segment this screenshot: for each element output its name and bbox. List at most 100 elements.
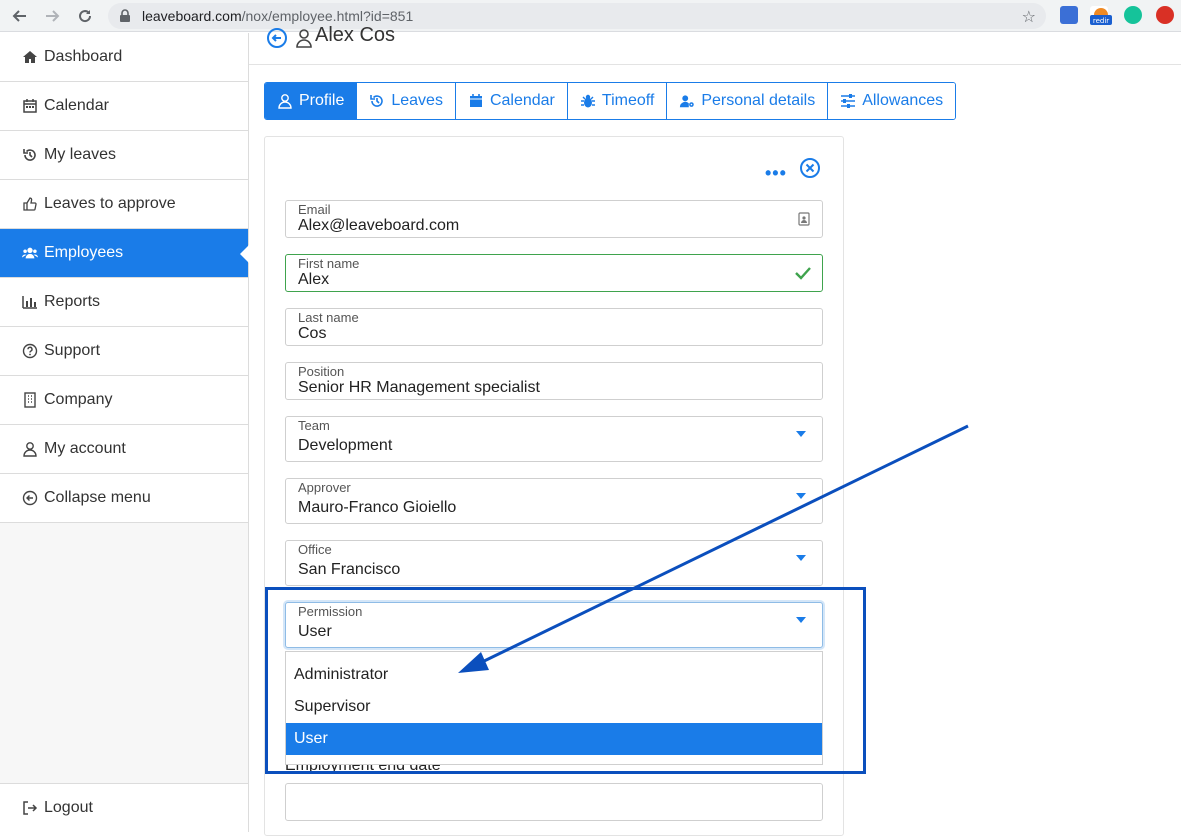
- position-value: Senior HR Management specialist: [298, 379, 540, 396]
- extension-stop-icon[interactable]: [1156, 6, 1174, 24]
- email-field[interactable]: Email Alex@leaveboard.com: [285, 200, 823, 238]
- users-icon: [22, 245, 38, 261]
- sidebar-item-support[interactable]: Support: [0, 327, 248, 376]
- back-arrow-icon[interactable]: [8, 4, 32, 28]
- user-icon: [296, 29, 312, 48]
- sidebar-item-label: Leaves to approve: [44, 195, 176, 212]
- close-circle-icon[interactable]: [799, 157, 821, 179]
- extension-grammarly-icon[interactable]: [1124, 6, 1142, 24]
- reload-icon[interactable]: [73, 4, 97, 28]
- tab-personal-details[interactable]: Personal details: [667, 83, 829, 119]
- building-icon: [22, 392, 38, 408]
- lock-icon: [120, 9, 130, 22]
- bug-icon: [580, 93, 596, 109]
- tab-label: Allowances: [862, 92, 944, 109]
- sidebar-item-label: Collapse menu: [44, 489, 151, 506]
- user-icon: [277, 93, 293, 109]
- sidebar-item-logout[interactable]: Logout: [0, 783, 248, 832]
- question-icon: [22, 343, 38, 359]
- user-icon: [22, 441, 38, 457]
- office-label: Office: [298, 542, 332, 557]
- chevron-down-icon: [796, 555, 806, 561]
- sidebar-item-label: Calendar: [44, 97, 109, 114]
- sidebar-item-label: Employees: [44, 244, 124, 261]
- email-label: Email: [298, 202, 331, 217]
- user-cog-icon: [679, 93, 695, 109]
- tab-timeoff[interactable]: Timeoff: [567, 83, 668, 119]
- page-title: Alex Cos: [315, 24, 396, 46]
- position-field[interactable]: Position Senior HR Management specialist: [285, 362, 823, 400]
- last-name-field[interactable]: Last name Cos: [285, 308, 823, 346]
- sidebar-item-label: Reports: [44, 293, 101, 310]
- sliders-icon: [840, 93, 856, 109]
- address-bar[interactable]: leaveboard.com/nox/employee.html?id=851 …: [108, 3, 1046, 29]
- approver-select[interactable]: Approver Mauro-Franco Gioiello: [285, 478, 823, 524]
- sidebar-item-calendar[interactable]: Calendar: [0, 82, 248, 131]
- first-name-label: First name: [298, 256, 360, 271]
- svg-text:redir: redir: [1093, 17, 1109, 25]
- back-circle-icon[interactable]: [266, 27, 288, 49]
- sidebar-item-dashboard[interactable]: Dashboard: [0, 33, 248, 82]
- contact-card-icon: [798, 212, 810, 226]
- sidebar-item-label: Logout: [44, 799, 93, 816]
- url-text: leaveboard.com/nox/employee.html?id=851: [142, 8, 414, 24]
- sidebar-item-my-account[interactable]: My account: [0, 425, 248, 474]
- tab-leaves[interactable]: Leaves: [357, 83, 456, 119]
- tab-profile[interactable]: Profile: [265, 83, 358, 119]
- extension-puzzle-icon[interactable]: [1060, 6, 1078, 24]
- sidebar-item-label: Company: [44, 391, 113, 408]
- team-label: Team: [298, 418, 330, 433]
- chevron-down-icon: [796, 493, 806, 499]
- sidebar-item-label: Dashboard: [44, 48, 123, 65]
- email-value: Alex@leaveboard.com: [298, 217, 460, 234]
- tab-allowances[interactable]: Allowances: [828, 83, 956, 119]
- thumbs-up-icon: [22, 196, 38, 212]
- sidebar-item-employees[interactable]: Employees: [0, 229, 249, 278]
- chevron-down-icon: [796, 431, 806, 437]
- page-header: Alex Cos: [249, 24, 1181, 65]
- history-icon: [22, 147, 38, 163]
- sidebar-item-company[interactable]: Company: [0, 376, 248, 425]
- position-label: Position: [298, 364, 345, 379]
- first-name-field[interactable]: First name Alex: [285, 254, 823, 292]
- employment-end-date-input[interactable]: [285, 783, 823, 821]
- profile-tabs: Profile Leaves Calendar Timeoff Personal…: [264, 82, 957, 120]
- approver-value: Mauro-Franco Gioiello: [298, 499, 457, 516]
- calendar-icon: [22, 98, 38, 114]
- tab-calendar[interactable]: Calendar: [455, 83, 568, 119]
- tab-label: Profile: [299, 92, 345, 109]
- tab-label: Leaves: [391, 92, 443, 109]
- sidebar-item-label: My account: [44, 440, 126, 457]
- more-options-icon[interactable]: •••: [765, 163, 787, 184]
- bar-chart-icon: [22, 294, 38, 310]
- browser-toolbar: leaveboard.com/nox/employee.html?id=851 …: [0, 0, 1181, 32]
- forward-arrow-icon[interactable]: [40, 4, 64, 28]
- home-icon: [22, 49, 38, 65]
- approver-label: Approver: [298, 480, 351, 495]
- calendar-icon: [468, 93, 484, 109]
- circle-arrow-left-icon: [22, 490, 38, 506]
- sidebar-item-collapse-menu[interactable]: Collapse menu: [0, 474, 248, 523]
- sidebar-item-reports[interactable]: Reports: [0, 278, 248, 327]
- bookmark-star-icon[interactable]: ☆: [1022, 7, 1036, 27]
- office-select[interactable]: Office San Francisco: [285, 540, 823, 586]
- sidebar-item-label: Support: [44, 342, 101, 359]
- annotation-highlight-box: [265, 587, 866, 774]
- first-name-value: Alex: [298, 271, 330, 288]
- history-icon: [369, 93, 385, 109]
- tab-label: Calendar: [489, 92, 555, 109]
- extension-redir-icon[interactable]: redir: [1090, 6, 1112, 25]
- tab-label: Timeoff: [601, 92, 655, 109]
- logout-icon: [22, 800, 38, 816]
- sidebar-item-label: My leaves: [44, 146, 117, 163]
- office-value: San Francisco: [298, 561, 401, 578]
- tab-label: Personal details: [701, 92, 816, 109]
- last-name-value: Cos: [298, 325, 327, 342]
- team-select[interactable]: Team Development: [285, 416, 823, 462]
- sidebar-item-my-leaves[interactable]: My leaves: [0, 131, 248, 180]
- team-value: Development: [298, 437, 393, 454]
- last-name-label: Last name: [298, 310, 359, 325]
- checkmark-icon: [795, 267, 811, 280]
- sidebar-item-leaves-to-approve[interactable]: Leaves to approve: [0, 180, 248, 229]
- sidebar: Dashboard Calendar My leaves Leaves to a…: [0, 33, 249, 832]
